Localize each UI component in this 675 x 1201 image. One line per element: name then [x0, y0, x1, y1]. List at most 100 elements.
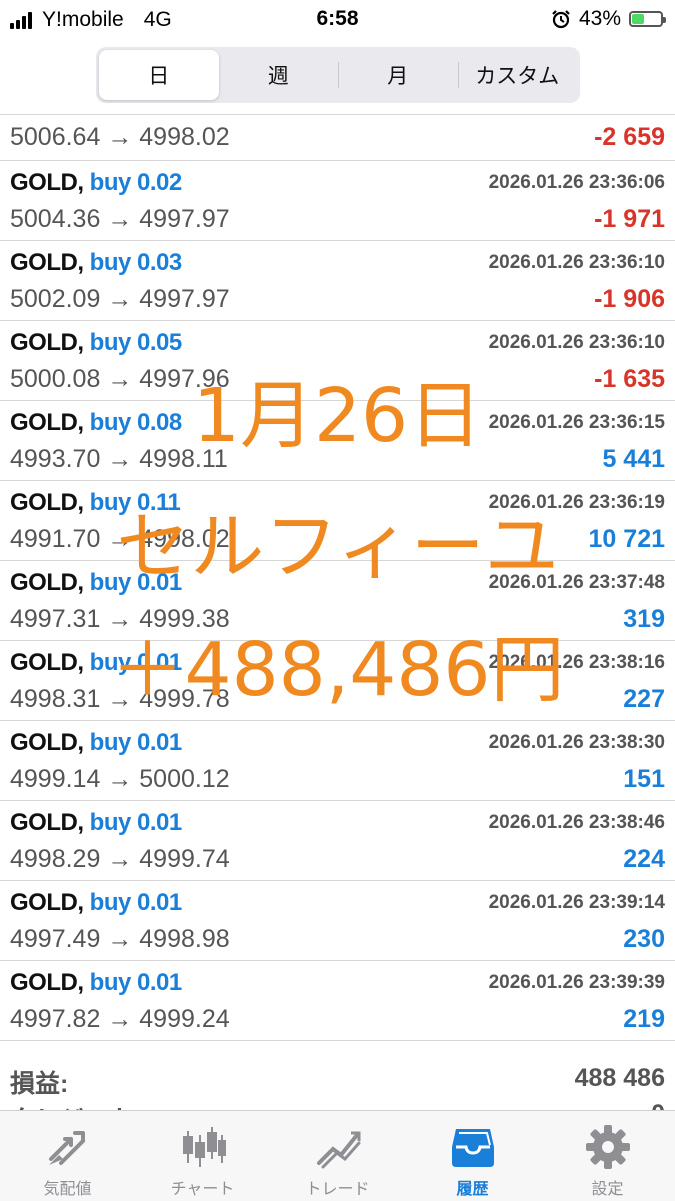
- list-item[interactable]: GOLD, buy 0.01 2026.01.26 23:38:16 4998.31…: [0, 641, 675, 721]
- trade-time: 2026.01.26 23:36:19: [488, 492, 665, 513]
- trade-profit: 230: [623, 925, 665, 953]
- segment-week[interactable]: 週: [219, 50, 339, 100]
- list-item[interactable]: GOLD, buy 0.11 2026.01.26 23:36:19 4991.70…: [0, 481, 675, 561]
- tab-label: チャート: [170, 1181, 235, 1198]
- trade-symbol: GOLD, buy 0.01: [10, 889, 182, 917]
- trade-profit: 224: [623, 845, 665, 873]
- trade-time: 2026.01.26 23:39:39: [488, 972, 665, 993]
- list-item[interactable]: GOLD, buy 0.01 2026.01.26 23:39:39 4997.82…: [0, 961, 675, 1041]
- trade-prices: 4993.70 → 4998.11: [10, 445, 228, 473]
- trade-type: buy 0.11: [89, 489, 181, 516]
- trade-type: buy 0.05: [89, 329, 183, 356]
- trade-prices: 4997.31 → 4999.38: [10, 605, 230, 633]
- list-item[interactable]: GOLD, buy 0.02 2026.01.26 23:36:06 5004.36…: [0, 161, 675, 241]
- trade-time: 2026.01.26 23:36:10: [488, 252, 665, 273]
- settings-gear-icon: [585, 1125, 630, 1169]
- status-right: 43%: [551, 7, 666, 31]
- quotes-arrows-icon: [48, 1131, 85, 1165]
- battery-icon: [629, 11, 666, 27]
- symbol-name: GOLD,: [10, 249, 84, 276]
- tab-history[interactable]: 履歴: [405, 1111, 540, 1201]
- trade-symbol: GOLD, buy 0.11: [10, 489, 181, 517]
- status-bar: Y!mobile 4G 6:58 43%: [0, 0, 675, 40]
- trade-type: buy 0.01: [89, 809, 183, 836]
- tab-label: トレード: [305, 1181, 370, 1198]
- list-item[interactable]: GOLD, buy 0.05 2026.01.26 23:36:10 5000.08…: [0, 321, 675, 401]
- symbol-name: GOLD,: [10, 649, 84, 676]
- trade-prices: 4997.82 → 4999.24: [10, 1005, 230, 1033]
- list-item[interactable]: GOLD, buy 0.01 2026.01.26 23:39:14 4997.49…: [0, 881, 675, 961]
- trade-time: 2026.01.26 23:36:10: [488, 332, 665, 353]
- candlestick-chart-icon: [182, 1127, 226, 1167]
- trade-type: buy 0.01: [89, 969, 183, 996]
- segment-custom[interactable]: カスタム: [457, 50, 578, 100]
- tab-settings[interactable]: 設定: [540, 1111, 675, 1201]
- trade-profit: 319: [623, 605, 665, 633]
- symbol-name: GOLD,: [10, 969, 84, 996]
- symbol-name: GOLD,: [10, 329, 84, 356]
- segment-day[interactable]: 日: [99, 50, 219, 100]
- list-item[interactable]: GOLD, buy 0.01 2026.01.26 23:37:48 4997.31…: [0, 561, 675, 641]
- trade-prices: 5004.36 → 4997.97: [10, 205, 230, 233]
- profit-value: 488 486: [574, 1064, 665, 1092]
- trade-type: buy 0.01: [89, 889, 183, 916]
- trade-type: buy 0.08: [89, 409, 183, 436]
- bottom-tab-bar: 気配値 チャート トレード 履歴 設定: [0, 1110, 675, 1201]
- history-inbox-icon: [451, 1129, 494, 1167]
- trade-symbol: GOLD, buy 0.02: [10, 169, 182, 197]
- trade-symbol: GOLD, buy 0.01: [10, 809, 182, 837]
- symbol-name: GOLD,: [10, 169, 84, 196]
- trade-prices: 4997.49 → 4998.98: [10, 925, 230, 953]
- trade-profit: 151: [623, 765, 665, 793]
- trade-time: 2026.01.26 23:39:14: [488, 892, 665, 913]
- tab-quotes[interactable]: 気配値: [0, 1111, 135, 1201]
- trade-prices: 4998.29 → 4999.74: [10, 845, 230, 873]
- trade-history-list: 5006.64 → 4998.02 -2 659 GOLD, buy 0.02 2…: [0, 114, 675, 1041]
- symbol-name: GOLD,: [10, 889, 84, 916]
- symbol-name: GOLD,: [10, 569, 84, 596]
- trade-type: buy 0.01: [89, 649, 183, 676]
- trade-profit: -1 906: [594, 285, 665, 313]
- trade-symbol: GOLD, buy 0.01: [10, 649, 182, 677]
- trade-symbol: GOLD, buy 0.01: [10, 569, 182, 597]
- trade-profit: 227: [623, 685, 665, 713]
- list-item[interactable]: 5006.64 → 4998.02 -2 659: [0, 115, 675, 161]
- symbol-name: GOLD,: [10, 809, 84, 836]
- trade-trend-icon: [316, 1131, 360, 1169]
- trade-symbol: GOLD, buy 0.01: [10, 729, 182, 757]
- trade-prices: 5006.64 → 4998.02: [10, 123, 230, 151]
- trade-time: 2026.01.26 23:36:06: [488, 172, 665, 193]
- tab-label: 設定: [591, 1181, 624, 1198]
- trade-symbol: GOLD, buy 0.05: [10, 329, 182, 357]
- list-item[interactable]: GOLD, buy 0.01 2026.01.26 23:38:30 4999.14…: [0, 721, 675, 801]
- profit-label: 損益:: [10, 1070, 69, 1098]
- list-item[interactable]: GOLD, buy 0.01 2026.01.26 23:38:46 4998.29…: [0, 801, 675, 881]
- segment-month[interactable]: 月: [338, 50, 458, 100]
- trade-profit: -1 635: [594, 365, 665, 393]
- trade-prices: 4991.70 → 4998.02: [10, 525, 230, 553]
- trade-symbol: GOLD, buy 0.01: [10, 969, 182, 997]
- battery-percent: 43%: [578, 7, 621, 30]
- trade-type: buy 0.01: [89, 569, 183, 596]
- trade-prices: 5002.09 → 4997.97: [10, 285, 230, 313]
- trade-prices: 5000.08 → 4997.96: [10, 365, 230, 393]
- trade-profit: 5 441: [602, 445, 665, 473]
- trade-symbol: GOLD, buy 0.08: [10, 409, 182, 437]
- symbol-name: GOLD,: [10, 489, 84, 516]
- trade-profit: 219: [623, 1005, 665, 1033]
- tab-chart[interactable]: チャート: [135, 1111, 270, 1201]
- trade-time: 2026.01.26 23:37:48: [488, 572, 665, 593]
- summary-section: 損益: 488 486 クレジット: 0: [0, 1052, 675, 1112]
- tab-trade[interactable]: トレード: [270, 1111, 405, 1201]
- trade-symbol: GOLD, buy 0.03: [10, 249, 182, 277]
- list-item[interactable]: GOLD, buy 0.08 2026.01.26 23:36:15 4993.70…: [0, 401, 675, 481]
- trade-prices: 4999.14 → 5000.12: [10, 765, 230, 793]
- trade-type: buy 0.01: [89, 729, 183, 756]
- symbol-name: GOLD,: [10, 729, 84, 756]
- trade-prices: 4998.31 → 4999.78: [10, 685, 230, 713]
- list-item[interactable]: GOLD, buy 0.03 2026.01.26 23:36:10 5002.09…: [0, 241, 675, 321]
- tab-label: 履歴: [456, 1181, 489, 1198]
- trade-profit: -2 659: [594, 123, 665, 151]
- tab-label: 気配値: [43, 1181, 92, 1198]
- trade-time: 2026.01.26 23:36:15: [488, 412, 665, 433]
